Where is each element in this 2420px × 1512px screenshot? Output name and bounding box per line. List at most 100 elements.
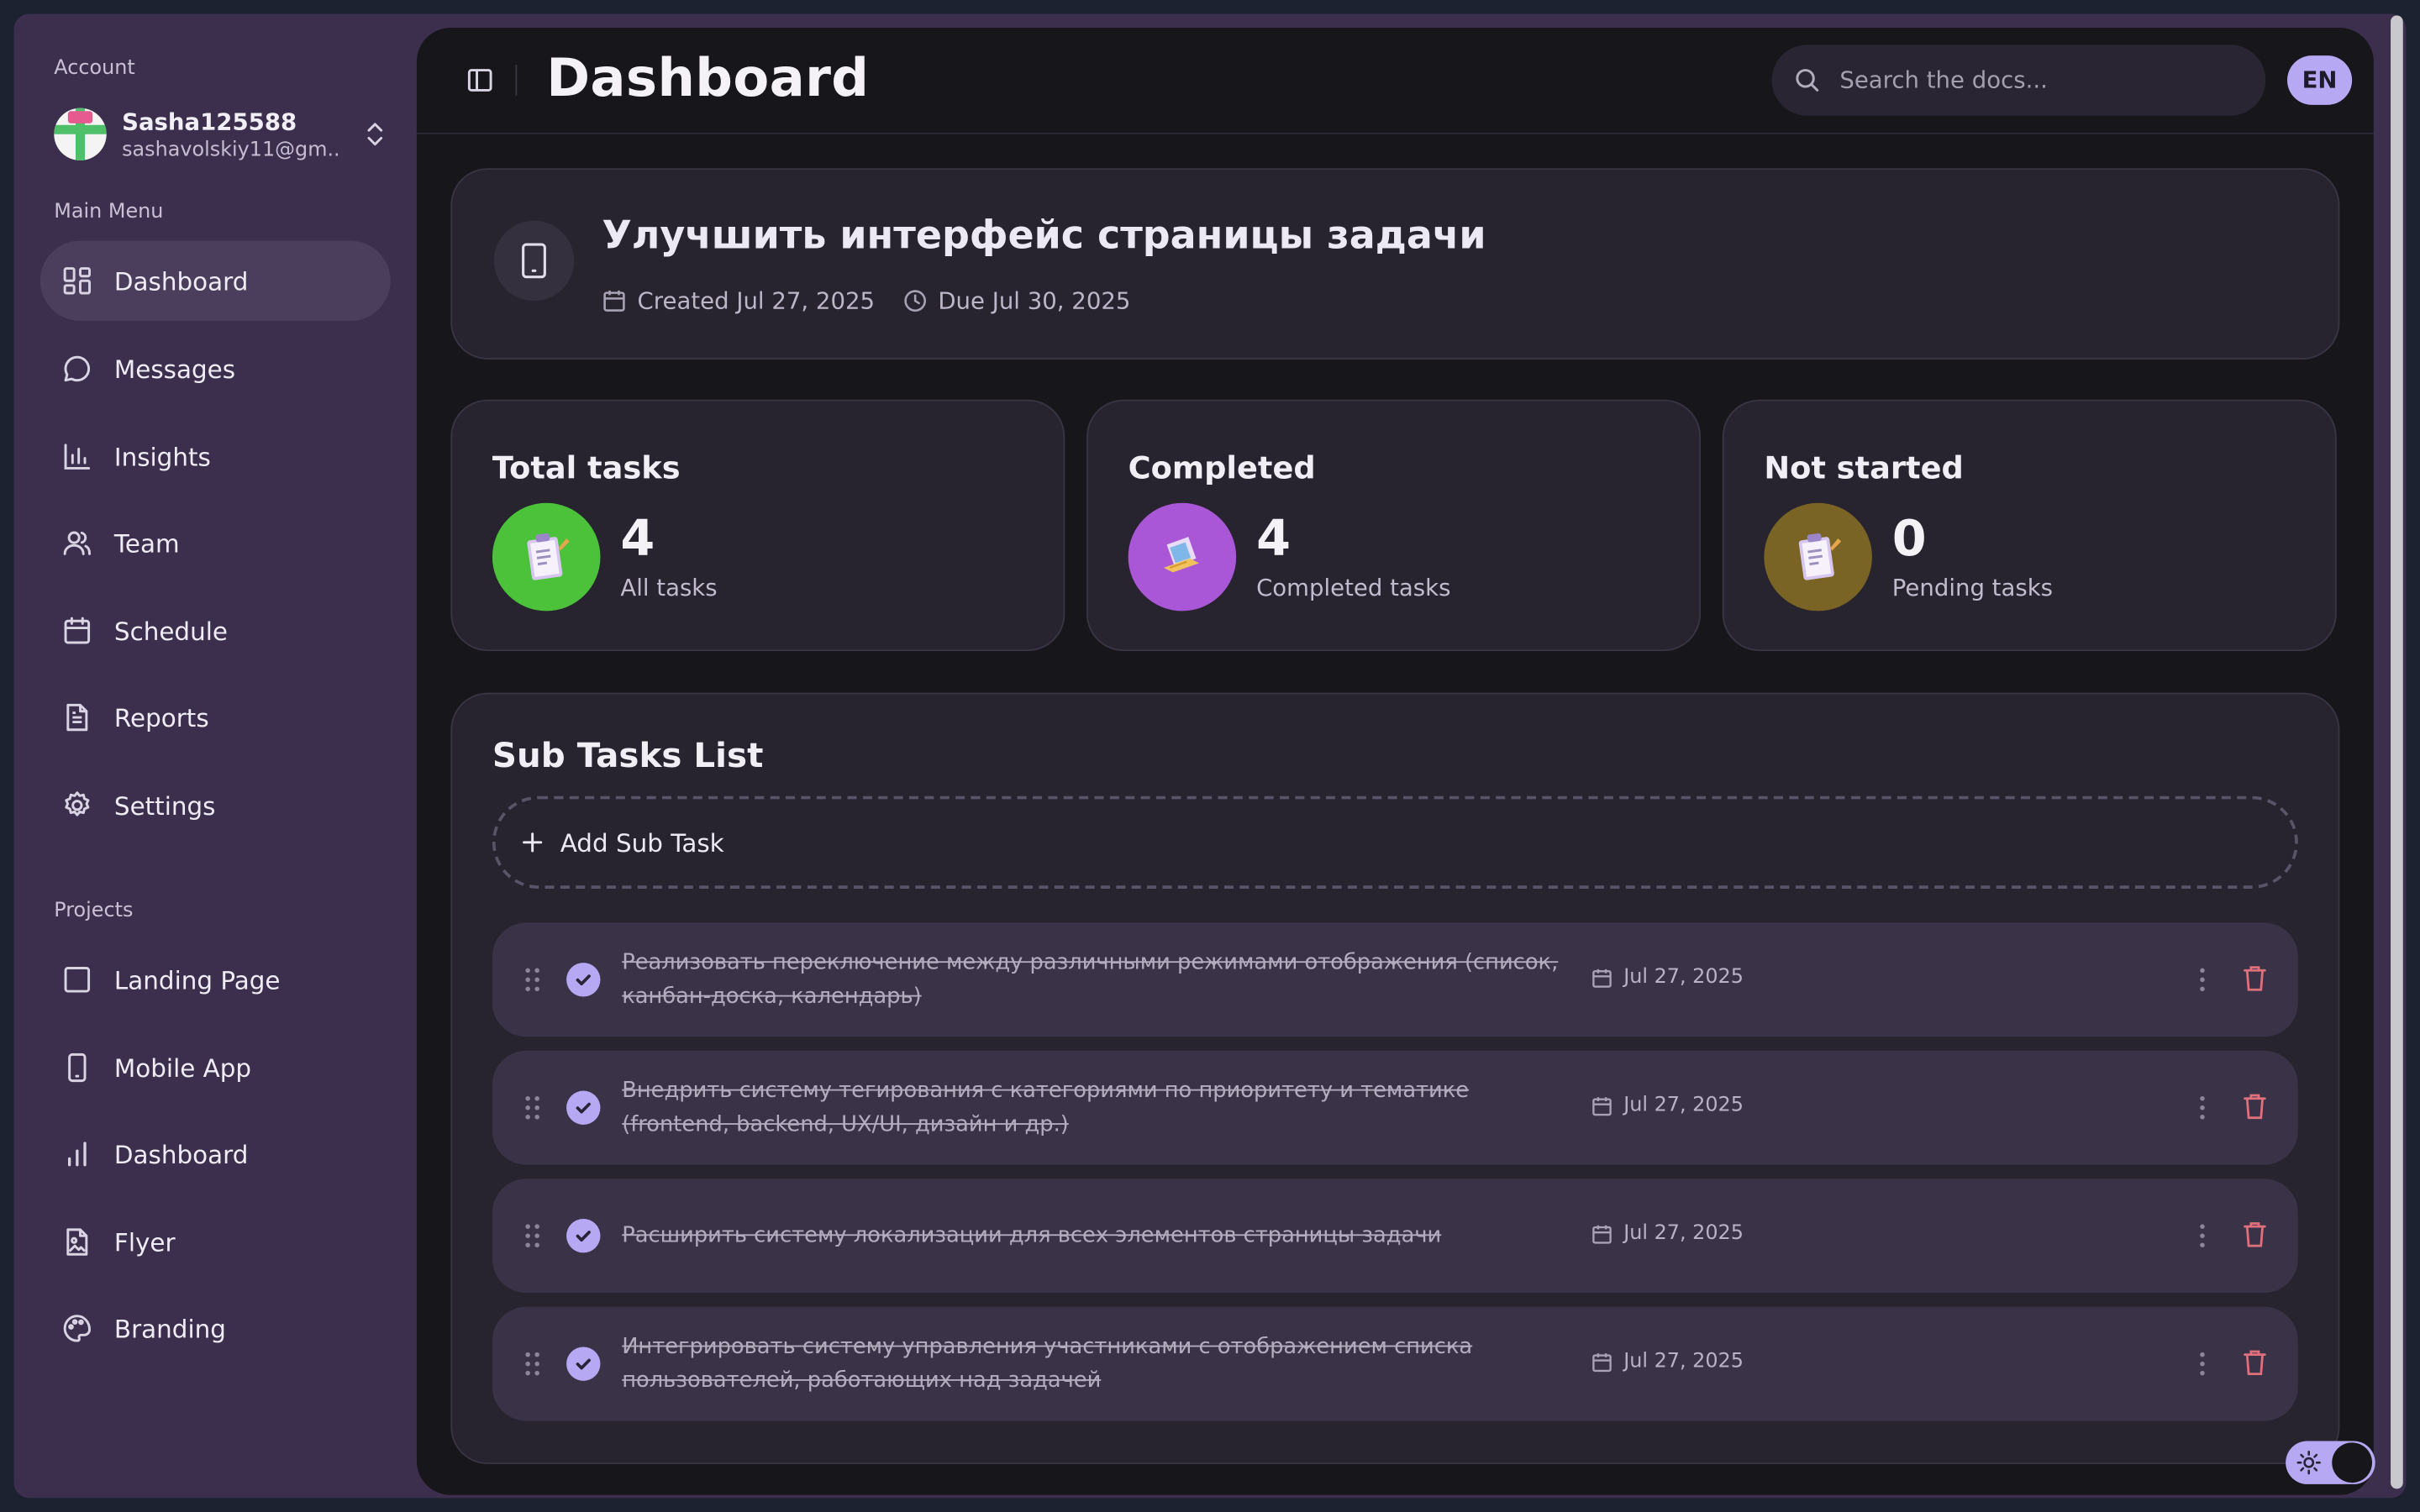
- app-window: Account Sasha125588 sashavolskiy11@gm...…: [0, 0, 2420, 1512]
- trash-icon[interactable]: [2243, 1221, 2267, 1248]
- bar-chart-icon: [67, 1142, 87, 1167]
- calendar-icon: [1592, 968, 1612, 987]
- check-icon: [576, 1358, 591, 1370]
- drag-handle-icon[interactable]: [523, 966, 542, 994]
- project-item-label: Mobile App: [113, 1053, 252, 1083]
- project-item-branding[interactable]: Branding: [40, 1289, 391, 1369]
- app-frame: Account Sasha125588 sashavolskiy11@gm...…: [13, 13, 2407, 1499]
- main-content: Dashboard EN Улучшить интерфейс страницы…: [416, 28, 2374, 1495]
- check-icon: [576, 1102, 591, 1114]
- bar-chart-icon: [64, 444, 91, 470]
- sidebar-item-messages[interactable]: Messages: [40, 328, 391, 409]
- subtask-row[interactable]: Расширить систему локализации для всех э…: [492, 1179, 2298, 1294]
- subtasks-title: Sub Tasks List: [492, 737, 764, 776]
- search-box[interactable]: [1771, 45, 2266, 116]
- stat-subtitle: Pending tasks: [1891, 574, 2054, 602]
- sidebar-item-settings[interactable]: Settings: [40, 765, 391, 846]
- project-item-landing-page[interactable]: Landing Page: [40, 940, 391, 1021]
- calendar-icon: [64, 617, 91, 644]
- subtask-date: Jul 27, 2025: [1623, 965, 1744, 990]
- project-item-label: Flyer: [113, 1227, 176, 1257]
- sidebar-item-team[interactable]: Team: [40, 503, 391, 584]
- drag-handle-icon[interactable]: [523, 1094, 542, 1121]
- stat-card-completed: Completed 4 Completed tasks: [1086, 399, 1702, 652]
- chevron-up-down-icon[interactable]: [363, 120, 387, 148]
- subtask-checkbox[interactable]: [566, 1218, 601, 1253]
- trash-icon[interactable]: [2243, 1348, 2267, 1376]
- dashboard-icon: [63, 267, 91, 295]
- stat-value: 4: [620, 509, 655, 568]
- clock-icon: [903, 290, 926, 312]
- subtask-row[interactable]: Реализовать переключение между различным…: [492, 922, 2298, 1037]
- trash-icon[interactable]: [2243, 964, 2267, 992]
- language-button[interactable]: EN: [2286, 55, 2353, 105]
- stat-title: Not started: [1764, 449, 1964, 486]
- subtask-date: Jul 27, 2025: [1623, 1094, 1744, 1117]
- sidebar: Account Sasha125588 sashavolskiy11@gm...…: [14, 14, 418, 1499]
- subtask-checkbox[interactable]: [566, 1347, 601, 1381]
- more-options-icon[interactable]: [2196, 1350, 2209, 1378]
- subtask-text: Внедрить систему тегирования с категория…: [622, 1078, 1470, 1137]
- more-options-icon[interactable]: [2196, 1222, 2209, 1250]
- sidebar-item-label: Settings: [113, 790, 216, 821]
- add-subtask-button[interactable]: Add Sub Task: [492, 795, 2298, 889]
- task-title: Улучшить интерфейс страницы задачи: [602, 213, 1486, 258]
- theme-toggle[interactable]: [2286, 1441, 2375, 1484]
- projects-section-label: Projects: [54, 899, 134, 923]
- topbar: Dashboard EN: [416, 28, 2374, 134]
- trash-icon[interactable]: [2243, 1092, 2267, 1120]
- square-icon: [64, 967, 91, 993]
- subtask-date: Jul 27, 2025: [1623, 1221, 1744, 1246]
- task-due-date: Due Jul 30, 2025: [938, 286, 1131, 315]
- toggle-knob: [2332, 1442, 2373, 1483]
- subtask-row[interactable]: Интегрировать систему управления участни…: [492, 1306, 2298, 1421]
- project-item-label: Landing Page: [113, 964, 281, 995]
- task-created-date: Created Jul 27, 2025: [637, 286, 876, 315]
- sidebar-item-label: Reports: [113, 702, 209, 732]
- account-switcher[interactable]: Sasha125588 sashavolskiy11@gm...: [54, 105, 384, 164]
- subtask-text: Реализовать переключение между различным…: [622, 950, 1559, 1010]
- subtask-checkbox[interactable]: [566, 1090, 601, 1125]
- drag-handle-icon[interactable]: [523, 1222, 542, 1250]
- search-input[interactable]: [1839, 66, 2241, 95]
- project-item-label: Dashboard: [113, 1139, 249, 1169]
- calendar-icon: [1592, 1224, 1612, 1243]
- search-icon: [1796, 69, 1819, 92]
- plus-icon: [523, 832, 543, 853]
- sidebar-toggle-icon[interactable]: [465, 65, 496, 96]
- check-icon: [576, 1231, 591, 1242]
- stat-value: 4: [1256, 509, 1291, 568]
- sidebar-item-insights[interactable]: Insights: [40, 417, 391, 497]
- project-item-flyer[interactable]: Flyer: [40, 1202, 391, 1283]
- sidebar-item-label: Insights: [113, 442, 211, 472]
- stat-value: 0: [1891, 509, 1927, 568]
- page-title: Dashboard: [546, 47, 870, 110]
- palette-icon: [63, 1315, 91, 1342]
- scrollbar[interactable]: [2391, 15, 2403, 1489]
- sidebar-item-label: Messages: [113, 354, 236, 384]
- project-item-dashboard[interactable]: Dashboard: [40, 1114, 391, 1194]
- subtask-checkbox[interactable]: [566, 963, 601, 997]
- drag-handle-icon[interactable]: [523, 1350, 542, 1378]
- sidebar-item-label: Dashboard: [113, 265, 249, 296]
- more-options-icon[interactable]: [2196, 1094, 2209, 1121]
- account-name: Sasha125588: [122, 107, 297, 135]
- subtask-row[interactable]: Внедрить систему тегирования с категория…: [492, 1050, 2298, 1165]
- gear-icon: [65, 791, 90, 816]
- more-options-icon[interactable]: [2196, 966, 2209, 994]
- stat-title: Total tasks: [492, 449, 681, 486]
- project-item-mobile-app[interactable]: Mobile App: [40, 1027, 391, 1108]
- avatar: [54, 108, 107, 161]
- sidebar-item-schedule[interactable]: Schedule: [40, 591, 391, 671]
- project-item-label: Branding: [113, 1313, 226, 1343]
- calendar-icon: [603, 290, 625, 312]
- account-section-label: Account: [54, 56, 135, 81]
- stat-subtitle: All tasks: [620, 574, 718, 602]
- phone-icon: [68, 1053, 87, 1083]
- subtask-text: Расширить систему локализации для всех э…: [622, 1223, 1442, 1248]
- task-header-card: Улучшить интерфейс страницы задачи Creat…: [450, 168, 2340, 360]
- sidebar-item-reports[interactable]: Reports: [40, 677, 391, 758]
- sidebar-item-label: Team: [113, 528, 180, 558]
- sidebar-item-dashboard[interactable]: Dashboard: [39, 240, 391, 322]
- add-subtask-label: Add Sub Task: [560, 827, 724, 858]
